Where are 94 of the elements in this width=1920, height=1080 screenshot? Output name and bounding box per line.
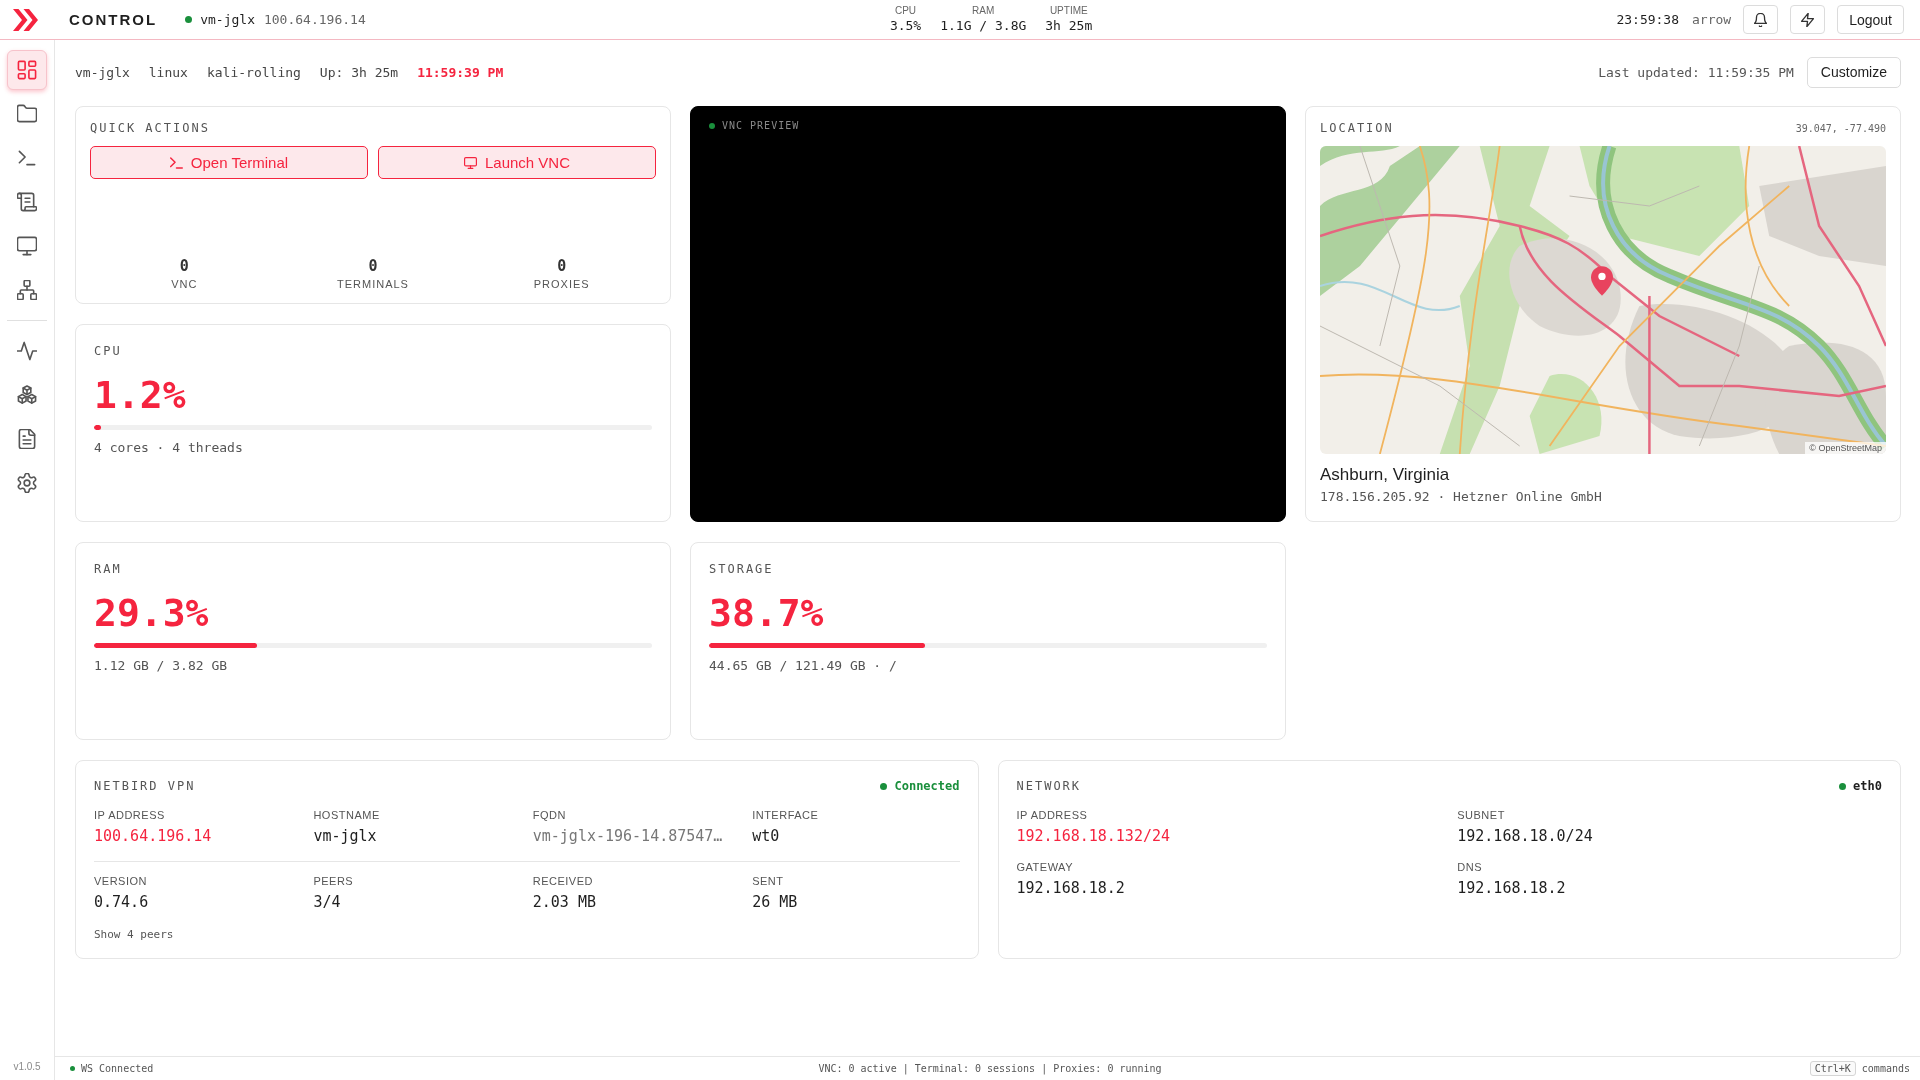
double-chevron-logo-icon — [12, 7, 39, 32]
map-attribution: © OpenStreetMap — [1805, 442, 1886, 454]
stat-label: RAM — [972, 5, 995, 17]
card-title: STORAGE — [709, 561, 775, 577]
field-label: DNS — [1457, 860, 1483, 874]
map-pin-icon — [1591, 266, 1613, 296]
usage-percent: 29.3% — [94, 591, 210, 635]
notifications-button[interactable] — [1743, 5, 1779, 34]
field-value: 192.168.18.0/24 — [1457, 826, 1594, 846]
terminal-icon — [169, 156, 183, 169]
location-name: Ashburn, Virginia — [1320, 464, 1451, 486]
clock: 23:59:38 — [1616, 12, 1680, 27]
usage-percent: 1.2% — [94, 373, 187, 417]
stat-value: 3.5% — [889, 18, 922, 34]
host-ip: 100.64.196.14 — [263, 12, 366, 27]
grid-icon — [17, 60, 37, 80]
host-info-text: Up: 3h 25m — [319, 64, 399, 80]
field-label: HOSTNAME — [313, 808, 381, 822]
field-value: 192.168.18.2 — [1457, 878, 1567, 898]
field-label: INTERFACE — [752, 808, 820, 822]
stat-value: 3h 25m — [1045, 18, 1093, 34]
coordinates-text: 39.047, -77.490 — [1795, 122, 1886, 134]
counter-label: PROXIES — [533, 278, 590, 290]
field-value: 2.03 MB — [532, 892, 597, 912]
field-label: IP ADDRESS — [94, 808, 166, 822]
host-info-text: vm-jglx — [75, 64, 130, 80]
field-value: vm-jglx — [313, 826, 378, 846]
field-value: 192.168.18.2 — [1016, 878, 1126, 898]
document-icon — [17, 429, 37, 449]
last-updated-text: Last updated: 11:59:35 PM — [1598, 64, 1794, 80]
boxes-icon — [17, 385, 37, 405]
session-summary: VNC: 0 active | Terminal: 0 sessions | Proxies: 0 running — [818, 1063, 1162, 1074]
monitor-icon — [17, 236, 37, 256]
counter-value: 0 — [368, 257, 378, 275]
field-label: FQDN — [532, 808, 567, 822]
folder-icon — [17, 104, 37, 124]
counter-value: 0 — [557, 257, 567, 275]
field-value: vm-jglx-196-14.87547… — [532, 826, 724, 846]
usage-detail: 1.12 GB / 3.82 GB — [94, 658, 229, 674]
host-name: vm-jglx — [200, 12, 255, 27]
pulse-icon — [17, 341, 37, 361]
field-label: SENT — [752, 874, 785, 888]
field-label: RECEIVED — [532, 874, 594, 888]
interface-name: eth0 — [1853, 779, 1882, 793]
field-value: 26 MB — [752, 892, 799, 912]
card-title: NETBIRD VPN — [94, 778, 196, 794]
stat-value: 1.1G / 3.8G — [940, 18, 1027, 34]
field-value: 100.64.196.14 — [94, 826, 213, 846]
usage-percent: 38.7% — [709, 591, 825, 635]
current-time: 11:59:39 PM — [417, 64, 504, 80]
card-title: QUICK ACTIONS — [90, 120, 211, 136]
counter-label: VNC — [171, 278, 198, 290]
card-title: NETWORK — [1016, 778, 1082, 794]
card-title: CPU — [94, 343, 123, 359]
shortcut-key: Ctrl+K — [1809, 1061, 1856, 1076]
show-peers-link[interactable]: Show 4 peers — [94, 928, 174, 941]
field-label: SUBNET — [1457, 808, 1506, 822]
field-label: GATEWAY — [1016, 860, 1074, 874]
stat-label: CPU — [894, 5, 917, 17]
sidebar-item[interactable] — [7, 50, 47, 90]
user-name: arrow — [1692, 12, 1732, 27]
host-info-text: linux — [148, 64, 188, 80]
field-label: PEERS — [313, 874, 355, 888]
field-value: 3/4 — [313, 892, 342, 912]
field-value: 192.168.18.132/24 — [1016, 826, 1172, 846]
counter-value: 0 — [179, 257, 189, 275]
network-icon — [17, 280, 37, 300]
bell-icon — [1754, 12, 1768, 27]
stat-label: UPTIME — [1049, 5, 1088, 17]
settings-icon — [17, 473, 37, 493]
lightning-icon — [1801, 12, 1815, 27]
location-detail: 178.156.205.92 · Hetzner Online GmbH — [1320, 488, 1603, 506]
usage-detail: 4 cores · 4 threads — [94, 440, 244, 456]
counter-label: TERMINALS — [337, 278, 409, 290]
card-title: RAM — [94, 561, 123, 577]
monitor-icon — [463, 156, 477, 169]
terminal-icon — [17, 148, 37, 168]
field-value: wt0 — [752, 826, 781, 846]
field-value: 0.74.6 — [94, 892, 150, 912]
shortcut-label: commands — [1861, 1063, 1910, 1074]
field-label: VERSION — [94, 874, 148, 888]
scroll-icon — [17, 192, 37, 212]
brand-title: CONTROL — [69, 11, 158, 28]
connection-status: Connected — [894, 779, 960, 793]
version-label: v1.0.5 — [13, 1061, 41, 1072]
customize-button[interactable]: Customize — [1806, 56, 1901, 88]
usage-detail: 44.65 GB / 121.49 GB · / — [709, 658, 898, 674]
card-title: LOCATION — [1320, 120, 1394, 136]
logout-button[interactable]: Logout — [1837, 5, 1904, 34]
field-label: IP ADDRESS — [1016, 808, 1089, 822]
host-info-text: kali-rolling — [206, 64, 301, 80]
vnc-preview-label: VNC PREVIEW — [722, 119, 800, 133]
quick-action-button[interactable] — [1790, 5, 1826, 34]
websocket-status: WS Connected — [81, 1063, 154, 1074]
